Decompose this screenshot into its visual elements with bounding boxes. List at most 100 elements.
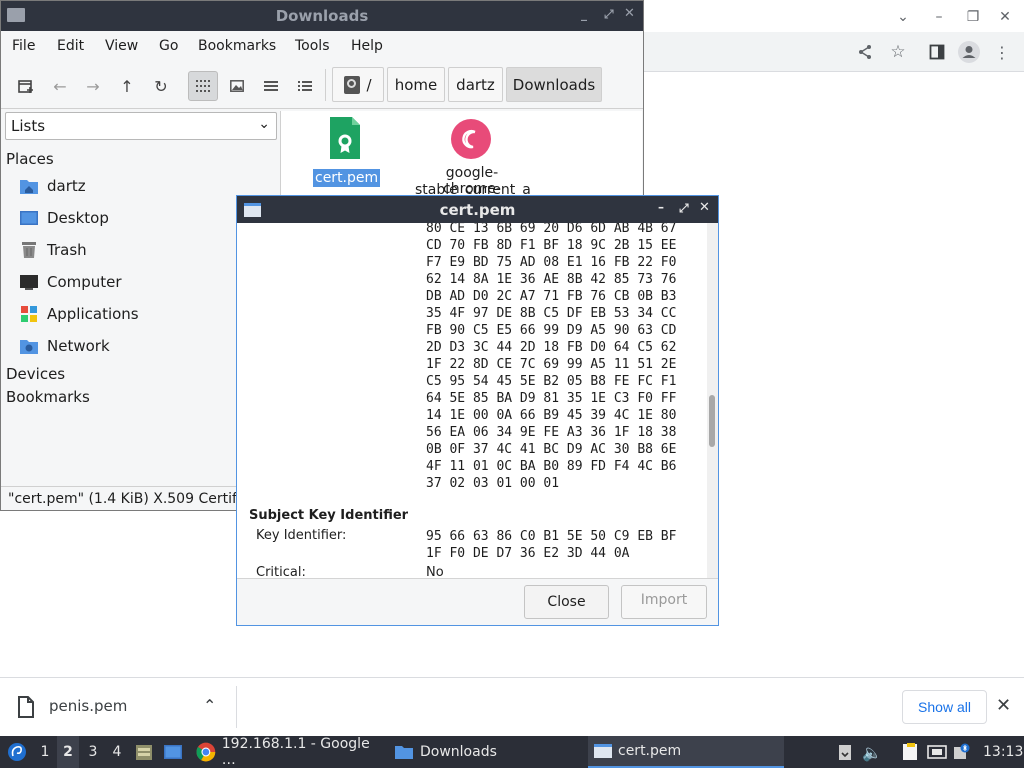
key-id-value-line1: 95 66 63 86 C0 B1 5E 50 C9 EB BF	[426, 529, 677, 544]
key-id-value-line2: 1F F0 DE D7 36 E2 3D 44 0A	[426, 546, 630, 561]
icon-view-grid-icon[interactable]	[188, 71, 218, 101]
task-downloads[interactable]: Downloads	[388, 736, 584, 768]
close-icon[interactable]: ✕	[996, 695, 1011, 716]
places-heading: Places	[6, 150, 54, 168]
minimize-icon[interactable]: _	[581, 7, 587, 21]
more-icon[interactable]: ⋮	[991, 41, 1013, 63]
detailed-list-view-icon[interactable]	[290, 71, 320, 101]
hex-line: 35 4F 97 DE 8B C5 DF EB 53 34 CC	[426, 306, 677, 321]
sidebar-item-trash[interactable]: Trash	[19, 238, 87, 262]
dialog-scrollbar[interactable]	[707, 223, 718, 578]
close-icon[interactable]: ✕	[699, 200, 710, 215]
close-icon[interactable]: ✕	[624, 6, 635, 21]
key-id-label: Key Identifier:	[256, 528, 347, 543]
sidebar-mode-value: Lists	[11, 117, 46, 135]
chrome-titlebar: ⌄ – ❐ ✕	[644, 0, 1024, 32]
restore-icon[interactable]: ❐	[962, 6, 984, 28]
hex-line: 14 1E 00 0A 66 B9 45 39 4C 1E 80	[426, 408, 677, 423]
file-cabinet-icon[interactable]	[134, 736, 154, 768]
task-cert[interactable]: cert.pem	[588, 736, 784, 768]
maximize-icon[interactable]: ⤢	[604, 7, 614, 22]
bluetooth-icon[interactable]	[952, 736, 972, 768]
bookmark-star-icon[interactable]: ☆	[887, 41, 909, 63]
menu-edit[interactable]: Edit	[57, 38, 84, 54]
computer-icon	[20, 275, 38, 290]
start-menu-icon[interactable]	[6, 736, 28, 768]
workspace-4[interactable]: 4	[106, 736, 128, 768]
breadcrumb-home[interactable]: home	[387, 67, 445, 102]
forward-arrow-icon[interactable]: →	[78, 71, 108, 101]
workspace-1[interactable]: 1	[34, 736, 56, 768]
clipboard-icon[interactable]	[836, 736, 854, 768]
devices-heading[interactable]: Devices	[6, 365, 65, 383]
sidebar-item-dartz[interactable]: dartz	[19, 174, 86, 198]
notes-icon[interactable]	[900, 736, 920, 768]
task-label: 192.168.1.1 - Google …	[221, 736, 370, 768]
scrollbar-thumb[interactable]	[709, 395, 715, 447]
import-button[interactable]: Import	[621, 585, 707, 619]
menu-view[interactable]: View	[105, 38, 138, 54]
hex-line: 62 14 8A 1E 36 AE 8B 42 85 73 76	[426, 272, 677, 287]
menu-tools[interactable]: Tools	[295, 38, 330, 54]
thumbnail-view-icon[interactable]	[222, 71, 252, 101]
sidebar-item-label: Applications	[47, 305, 139, 323]
desktop-icon[interactable]	[162, 736, 184, 768]
side-panel-icon[interactable]	[926, 41, 948, 63]
menu-go[interactable]: Go	[159, 38, 178, 54]
breadcrumb-root[interactable]: /	[332, 67, 384, 102]
maximize-icon[interactable]: ⤢	[679, 201, 689, 216]
up-arrow-icon[interactable]: ↑	[112, 71, 142, 101]
drive-icon	[344, 75, 361, 94]
breadcrumb-downloads[interactable]: Downloads	[506, 67, 602, 102]
sidebar-item-desktop[interactable]: Desktop	[19, 206, 109, 230]
profile-icon[interactable]	[958, 41, 980, 63]
hex-line: 4F 11 01 0C BA B0 89 FD F4 4C B6	[426, 459, 677, 474]
compact-view-icon[interactable]	[256, 71, 286, 101]
volume-icon[interactable]: 🔈	[862, 736, 882, 768]
sidebar-item-applications[interactable]: Applications	[19, 302, 139, 326]
hex-line: FB 90 C5 E5 66 99 D9 A5 90 63 CD	[426, 323, 677, 338]
workspace-2[interactable]: 2	[57, 736, 79, 768]
sidebar-mode-select[interactable]: Lists ⌄	[5, 112, 277, 140]
hex-line: 56 EA 06 34 9E FE A3 36 1F 18 38	[426, 425, 677, 440]
chevron-up-icon[interactable]: ⌃	[203, 696, 216, 715]
sidebar-item-network[interactable]: Network	[19, 334, 110, 358]
task-label: Downloads	[420, 744, 497, 760]
menu-help[interactable]: Help	[351, 38, 383, 54]
close-button[interactable]: Close	[524, 585, 609, 619]
sidebar-item-label: Computer	[47, 273, 122, 291]
clock[interactable]: 13:13	[983, 736, 1023, 768]
reload-icon[interactable]: ↻	[146, 71, 176, 101]
certificate-dialog: cert.pem – ⤢ ✕ 80 CE 13 6B 69 20 D6 6D A…	[236, 195, 719, 626]
new-tab-icon[interactable]	[11, 71, 41, 101]
download-file-name[interactable]: penis.pem	[49, 697, 127, 715]
hex-line: 2D D3 3C 44 2D 18 FB D0 64 C5 62	[426, 340, 677, 355]
task-chrome[interactable]: 192.168.1.1 - Google …	[190, 736, 386, 768]
debian-package-icon	[451, 119, 491, 159]
show-all-button[interactable]: Show all	[902, 690, 987, 724]
back-arrow-icon[interactable]: ←	[45, 71, 75, 101]
sidebar-item-label: Desktop	[47, 209, 109, 227]
close-icon[interactable]: ✕	[994, 6, 1016, 28]
breadcrumb-dartz[interactable]: dartz	[448, 67, 503, 102]
critical-value: No	[426, 565, 444, 578]
chrome-icon	[196, 742, 216, 762]
critical-label: Critical:	[256, 565, 306, 578]
menu-bar: File Edit View Go Bookmarks Tools Help	[1, 31, 643, 61]
minimize-icon[interactable]: –	[658, 200, 664, 214]
network-icon[interactable]	[926, 736, 948, 768]
desktop-icon	[20, 211, 38, 225]
hex-line: 1F 22 8D CE 7C 69 99 A5 11 51 2E	[426, 357, 677, 372]
chevron-down-icon: ⌄	[258, 116, 270, 132]
sidebar-item-computer[interactable]: Computer	[19, 270, 122, 294]
menu-bookmarks[interactable]: Bookmarks	[198, 38, 276, 54]
breadcrumb-label: /	[366, 75, 372, 94]
chevron-down-icon[interactable]: ⌄	[892, 6, 914, 28]
status-text: "cert.pem" (1.4 KiB) X.509 Certific	[8, 491, 249, 507]
minimize-icon[interactable]: –	[928, 6, 950, 28]
menu-file[interactable]: File	[12, 38, 35, 54]
workspace-3[interactable]: 3	[82, 736, 104, 768]
bookmarks-heading[interactable]: Bookmarks	[6, 388, 90, 406]
hex-line: 37 02 03 01 00 01	[426, 476, 560, 491]
share-icon[interactable]	[854, 41, 876, 63]
